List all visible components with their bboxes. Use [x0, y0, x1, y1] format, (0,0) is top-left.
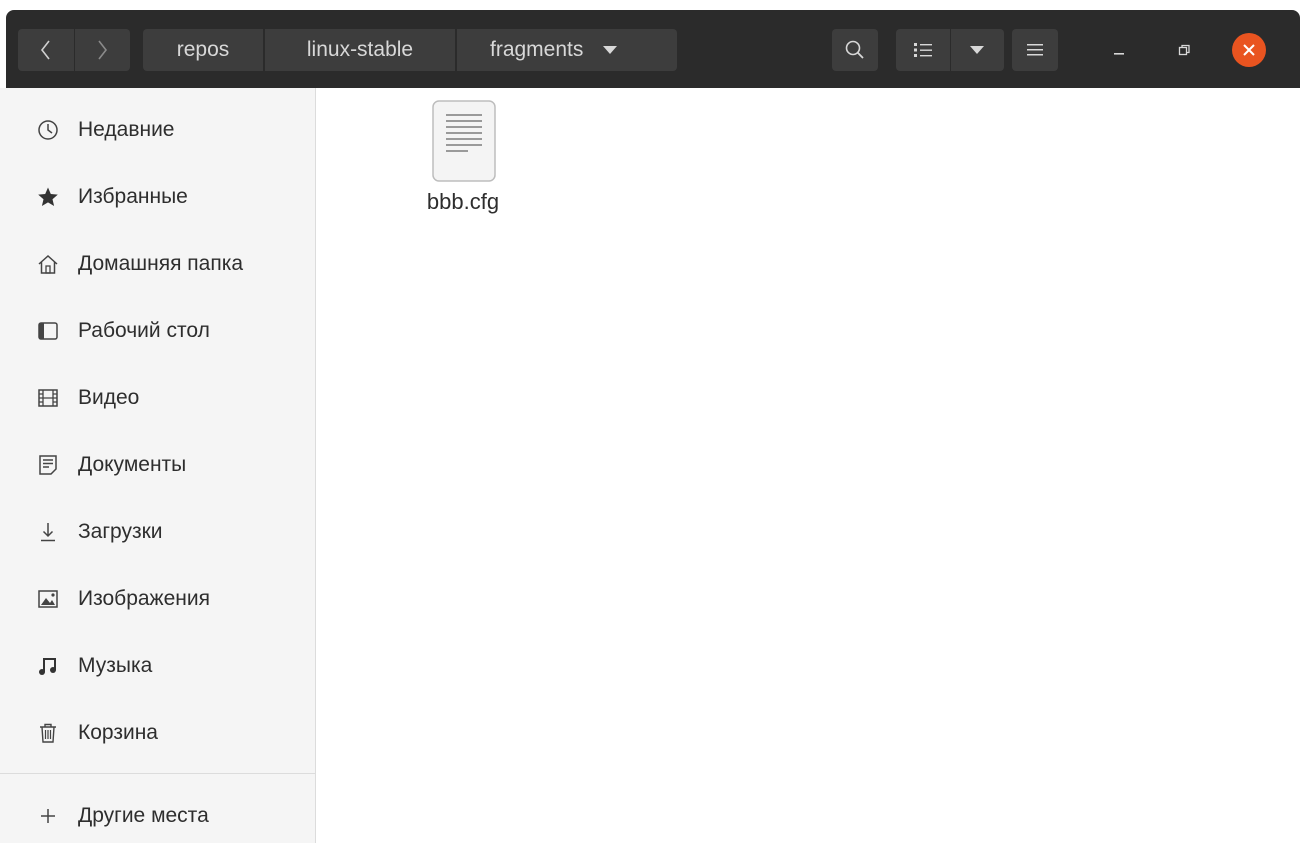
- search-button[interactable]: [832, 29, 878, 71]
- sidebar-item-label: Корзина: [78, 721, 158, 744]
- sidebar-item-label: Загрузки: [78, 520, 163, 543]
- menu-button[interactable]: [1012, 29, 1058, 71]
- sidebar-item-label: Избранные: [78, 185, 188, 208]
- sidebar-item-desktop[interactable]: Рабочий стол: [0, 303, 316, 359]
- breadcrumb-repos[interactable]: repos: [143, 29, 263, 71]
- breadcrumb-label: linux-stable: [306, 38, 414, 61]
- sidebar-divider: [0, 773, 316, 774]
- back-button[interactable]: [18, 29, 74, 71]
- close-circle: [1232, 33, 1266, 67]
- star-icon: [36, 185, 60, 209]
- sidebar-item-trash[interactable]: Корзина: [0, 705, 316, 761]
- sidebar-item-label: Документы: [78, 453, 187, 476]
- plus-icon: [36, 804, 60, 828]
- desktop-icon: [36, 319, 60, 343]
- header-bar: repos linux-stable fragments: [0, 0, 1300, 88]
- minimize-button[interactable]: [1096, 29, 1142, 71]
- restore-icon: [1178, 44, 1190, 56]
- list-view-icon: [914, 43, 932, 57]
- sidebar-item-label: Недавние: [78, 118, 175, 141]
- trash-icon: [36, 721, 60, 745]
- breadcrumb-fragments[interactable]: fragments: [457, 29, 677, 71]
- music-icon: [36, 654, 60, 678]
- home-icon: [36, 252, 60, 276]
- breadcrumb-label: repos: [176, 38, 230, 61]
- forward-button[interactable]: [74, 29, 130, 71]
- image-icon: [36, 587, 60, 611]
- sidebar-item-pictures[interactable]: Изображения: [0, 571, 316, 627]
- sidebar-item-label: Домашняя папка: [78, 252, 244, 275]
- search-icon: [845, 40, 864, 59]
- close-button[interactable]: [1226, 29, 1272, 71]
- sidebar-item-music[interactable]: Музыка: [0, 638, 316, 694]
- film-icon: [36, 386, 60, 410]
- caret-down-icon[interactable]: [603, 46, 618, 54]
- close-icon: [1243, 44, 1255, 56]
- download-icon: [36, 520, 60, 544]
- sidebar-item-other-locations[interactable]: Другие места: [0, 788, 316, 844]
- file-item[interactable]: bbb.cfg: [388, 98, 538, 228]
- breadcrumb-linux-stable[interactable]: linux-stable: [265, 29, 455, 71]
- chevron-left-icon: [40, 40, 50, 60]
- file-view[interactable]: bbb.cfg: [316, 88, 1300, 843]
- clock-icon: [36, 118, 60, 142]
- sidebar-item-home[interactable]: Домашняя папка: [0, 236, 316, 292]
- file-name: bbb.cfg: [426, 189, 500, 214]
- sidebar-item-label: Видео: [78, 386, 140, 409]
- text-file-icon: [432, 100, 496, 182]
- chevron-right-icon: [98, 40, 108, 60]
- sidebar-item-label: Другие места: [78, 804, 209, 827]
- document-icon: [36, 453, 60, 477]
- view-buttons: [896, 29, 1004, 71]
- sidebar-item-videos[interactable]: Видео: [0, 370, 316, 426]
- sidebar-item-recent[interactable]: Недавние: [0, 102, 316, 158]
- sidebar-item-documents[interactable]: Документы: [0, 437, 316, 493]
- sidebar-item-label: Музыка: [78, 654, 153, 677]
- restore-button[interactable]: [1161, 29, 1207, 71]
- minimize-icon: [1114, 53, 1124, 55]
- hamburger-menu-icon: [1027, 44, 1043, 56]
- list-view-button[interactable]: [897, 29, 950, 71]
- sidebar-item-starred[interactable]: Избранные: [0, 169, 316, 225]
- view-options-button[interactable]: [951, 29, 1004, 71]
- sidebar: Недавние Избранные Домашняя папка Рабочи…: [0, 88, 316, 843]
- navigation-buttons: [18, 29, 130, 71]
- sidebar-item-label: Изображения: [78, 587, 210, 610]
- caret-down-icon: [970, 46, 984, 54]
- header-bar-background: repos linux-stable fragments: [6, 10, 1300, 88]
- sidebar-item-label: Рабочий стол: [78, 319, 210, 342]
- sidebar-item-downloads[interactable]: Загрузки: [0, 504, 316, 560]
- breadcrumb-label: fragments: [490, 38, 584, 61]
